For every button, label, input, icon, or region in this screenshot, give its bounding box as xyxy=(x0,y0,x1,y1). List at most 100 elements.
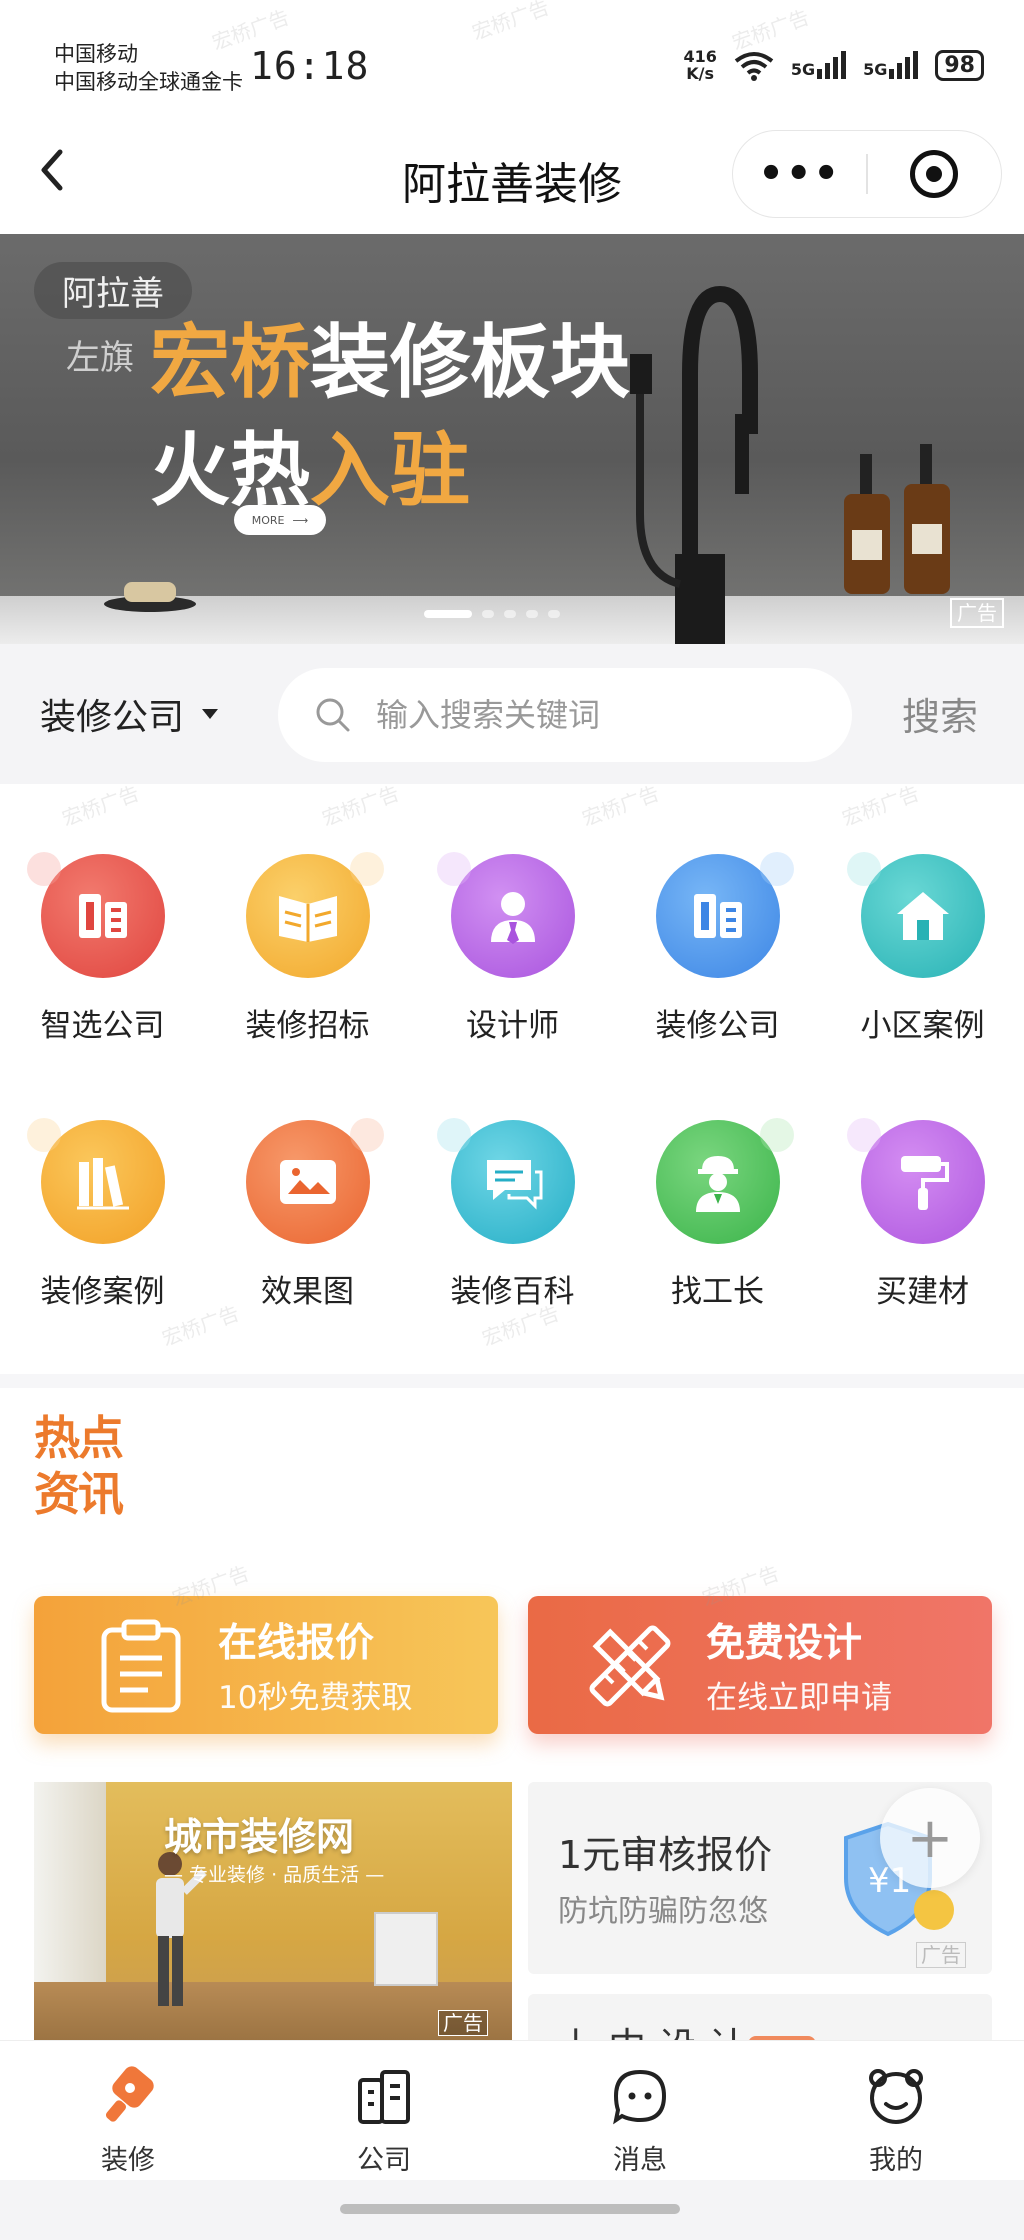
caret-down-icon xyxy=(202,709,219,719)
grid-item-company[interactable]: 装修公司 xyxy=(615,852,820,1045)
pagination-dot[interactable] xyxy=(504,610,516,618)
free-design-title: 免费设计 xyxy=(706,1621,863,1666)
banner-more-label: MORE xyxy=(251,513,285,527)
banner-headline: 宏桥装修板块 xyxy=(150,298,630,414)
message-icon xyxy=(613,2069,667,2125)
search-input[interactable] xyxy=(374,695,818,735)
city-ad-subtitle: — 专业装修 · 品质生活 — xyxy=(164,1864,385,1886)
audit-ad-title: 1元审核报价 xyxy=(558,1833,773,1877)
floating-add-button[interactable]: + xyxy=(880,1788,980,1888)
tab-label: 装修 xyxy=(101,2145,155,2176)
profile-face-icon xyxy=(869,2069,923,2124)
search-icon xyxy=(316,698,350,732)
design-ad-title: 上 中 设 计 xyxy=(558,2016,746,2042)
grid-item-bidding[interactable]: 装修招标 xyxy=(205,852,410,1045)
banner-more-button[interactable]: MORE ⟶ xyxy=(234,505,326,535)
category-grid: 智选公司 装修招标 设计师 装修公司 小区案例 装修案例 效果图 装修百科 找工… xyxy=(0,784,1024,1374)
paint-roller-icon xyxy=(846,1118,985,1244)
search-box[interactable] xyxy=(278,668,852,762)
renovation-tab-icon xyxy=(105,2066,154,2122)
grid-item-designer[interactable]: 设计师 xyxy=(410,852,615,1045)
close-miniprogram-button[interactable] xyxy=(868,150,1001,198)
search-button[interactable]: 搜索 xyxy=(902,686,978,741)
grid-item-label: 装修案例 xyxy=(40,1274,165,1310)
system-icons: 416 K/s 5G 5G 98 xyxy=(683,48,984,82)
section-divider xyxy=(0,1374,1024,1388)
city-ad-label: 广告 xyxy=(438,2010,488,2036)
online-quote-subtitle: 10秒免费获取 xyxy=(218,1680,413,1716)
company-building-icon xyxy=(655,852,794,978)
design-ad-partial[interactable]: 上 中 设 计 xyxy=(528,1994,992,2042)
grid-item-find-foreman[interactable]: 找工长 xyxy=(615,1118,820,1311)
tab-label: 公司 xyxy=(357,2145,411,2176)
net-speed-unit: K/s xyxy=(686,64,715,83)
target-icon xyxy=(910,150,959,198)
pagination-dot[interactable] xyxy=(482,610,494,618)
more-menu-button[interactable]: ••• xyxy=(733,151,866,197)
arrow-right-icon: ⟶ xyxy=(292,513,309,527)
picture-icon xyxy=(245,1118,384,1244)
grid-item-community-cases[interactable]: 小区案例 xyxy=(820,852,1024,1045)
audit-ad-label: 广告 xyxy=(916,1942,966,1968)
chat-bubble-icon xyxy=(436,1118,575,1244)
grid-item-renderings[interactable]: 效果图 xyxy=(205,1118,410,1311)
banner-ad-label: 广告 xyxy=(950,598,1004,628)
signal-5g-icon-2: 5G xyxy=(863,51,919,79)
banner-subline-gold: 入驻 xyxy=(310,424,470,517)
free-design-card[interactable]: 免费设计 在线立即申请 xyxy=(528,1596,992,1734)
net-speed: 416 K/s xyxy=(683,48,716,82)
grid-item-label: 装修百科 xyxy=(450,1274,575,1310)
category-dropdown[interactable]: 装修公司 xyxy=(40,688,219,740)
grid-item-label: 买建材 xyxy=(876,1274,969,1310)
home-indicator[interactable] xyxy=(340,2204,680,2214)
soap-bottles-illustration xyxy=(844,444,950,594)
battery-icon: 98 xyxy=(935,49,984,81)
clipboard-icon xyxy=(101,1619,181,1713)
tab-messages[interactable]: 消息 xyxy=(560,2066,720,2177)
online-quote-card[interactable]: 在线报价 10秒免费获取 xyxy=(34,1596,498,1734)
hot-news-line2: 资讯 xyxy=(34,1467,124,1521)
grid-item-label: 设计师 xyxy=(466,1008,559,1044)
pagination-dot[interactable] xyxy=(548,610,560,618)
house-icon xyxy=(846,852,985,978)
building-icon xyxy=(358,2070,410,2124)
worker-icon xyxy=(655,1118,794,1244)
pagination-dot[interactable] xyxy=(526,610,538,618)
banner-headline-gold: 宏桥 xyxy=(150,316,310,409)
plus-icon: + xyxy=(906,1805,954,1871)
tiles-illustration xyxy=(374,1912,438,1986)
grid-item-buy-materials[interactable]: 买建材 xyxy=(820,1118,1024,1311)
grid-item-label: 智选公司 xyxy=(40,1008,165,1044)
tab-company[interactable]: 公司 xyxy=(304,2066,464,2177)
city-renovation-ad[interactable]: 城市装修网 — 专业装修 · 品质生活 — 广告 xyxy=(34,1782,512,2040)
pencil-ruler-icon xyxy=(589,1625,671,1707)
location-sub: 左旗 xyxy=(66,338,134,378)
banner-headline-white: 装修板块 xyxy=(310,316,630,409)
audit-ad-subtitle: 防坑防骗防忽悠 xyxy=(558,1894,768,1929)
grid-item-smart-company[interactable]: 智选公司 xyxy=(0,852,205,1045)
category-label: 装修公司 xyxy=(40,697,185,738)
carrier-info: 中国移动 中国移动全球通金卡 xyxy=(54,40,243,96)
grid-item-label: 效果图 xyxy=(261,1274,354,1310)
home-indicator-area xyxy=(0,2180,1024,2240)
banner-subline-white: 火热 xyxy=(150,424,310,517)
company-building-icon xyxy=(26,852,165,978)
online-quote-title: 在线报价 xyxy=(218,1621,375,1666)
grid-item-label: 找工长 xyxy=(671,1274,764,1310)
grid-item-renovation-cases[interactable]: 装修案例 xyxy=(0,1118,205,1311)
status-time: 16:18 xyxy=(250,44,370,88)
grid-item-label: 小区案例 xyxy=(860,1008,985,1044)
designer-person-icon xyxy=(436,852,575,978)
banner-pagination xyxy=(424,610,560,618)
miniprogram-capsule: ••• xyxy=(732,130,1002,218)
tab-renovation[interactable]: 装修 xyxy=(48,2066,208,2177)
grid-item-encyclopedia[interactable]: 装修百科 xyxy=(410,1118,615,1311)
tab-label: 我的 xyxy=(869,2145,923,2176)
books-icon xyxy=(26,1118,165,1244)
signal-5g-icon: 5G xyxy=(791,51,847,79)
pagination-dot-active[interactable] xyxy=(424,610,472,618)
free-design-subtitle: 在线立即申请 xyxy=(706,1680,892,1716)
tab-profile[interactable]: 我的 xyxy=(816,2066,976,2177)
net-speed-value: 416 xyxy=(683,47,717,66)
carrier-line1: 中国移动 xyxy=(54,42,138,66)
